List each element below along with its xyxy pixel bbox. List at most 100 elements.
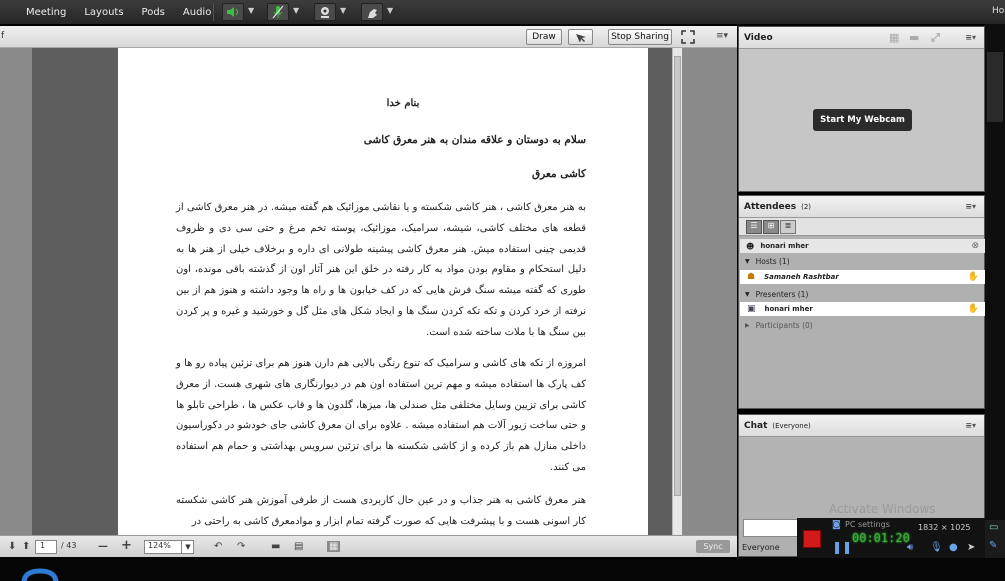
presenters-group-header[interactable]: ▼ Presenters (1) xyxy=(740,287,985,301)
sync-button[interactable]: Sync xyxy=(696,540,730,553)
host-row[interactable]: ☗ Samaneh Rashtbar ✋ xyxy=(740,270,985,284)
list-view-icon[interactable]: ☰ xyxy=(746,220,762,234)
cursor-icon[interactable]: ➤ xyxy=(967,542,975,553)
presenters-label: Presenters (1) xyxy=(755,289,809,299)
document-viewer: بنام خدا سلام به دوستان و علاقه مندان به… xyxy=(0,48,737,535)
start-webcam-button[interactable]: Start My Webcam xyxy=(813,109,912,131)
status-view-icon[interactable]: ≣ xyxy=(780,220,796,234)
menu-audio[interactable]: Audio xyxy=(183,7,211,18)
monitor-icon[interactable]: ▭ xyxy=(989,522,998,533)
draw-button[interactable]: Draw xyxy=(526,29,562,45)
attendees-pod: Attendees (2) ≡▾ ☰ ⊞ ≣ ☻ honari mher ⊗ ▼… xyxy=(738,195,985,409)
video-area: Start My Webcam xyxy=(739,49,984,191)
collapse-icon[interactable]: ▼ xyxy=(745,291,750,298)
scrollbar-thumb[interactable] xyxy=(674,56,681,496)
help-menu-clipped[interactable]: Ho xyxy=(992,6,1004,16)
current-user-name: honari mher xyxy=(760,242,809,250)
fullscreen-icon[interactable] xyxy=(681,29,695,48)
attendees-count: (2) xyxy=(801,202,812,211)
menu-pods[interactable]: Pods xyxy=(142,7,165,18)
microphone-button[interactable] xyxy=(267,3,289,21)
pod-options-icon[interactable]: ≡▾ xyxy=(965,421,976,430)
pointer-icon xyxy=(575,34,586,42)
doc-paragraph: به هنر معرق کاشی ، هنر کاشی شکسته و یا ن… xyxy=(176,202,586,338)
speaker-icon xyxy=(227,7,238,17)
fullscreen-icon[interactable]: ⤢ xyxy=(931,31,940,45)
page-total: / 43 xyxy=(61,541,77,550)
chevron-down-icon[interactable]: ▼ xyxy=(181,540,194,554)
chat-title: Chat xyxy=(744,420,768,431)
taskbar-app-icon[interactable] xyxy=(20,567,64,581)
presenter-status-icon: ✋ xyxy=(967,304,979,314)
fit-page-icon[interactable]: ▬ xyxy=(271,541,280,552)
volume-icon[interactable]: 🔊︎ xyxy=(907,542,913,553)
hosts-group-header[interactable]: ▼ Hosts (1) xyxy=(740,254,985,268)
webcam-icon xyxy=(321,7,329,18)
doc-paragraph: امروزه از تکه های کاشی و سرامیک که تنوع … xyxy=(176,358,586,473)
pod-options-icon[interactable]: ≡▾ xyxy=(965,202,976,211)
chevron-down-icon[interactable]: ▼ xyxy=(387,6,393,15)
webcam-toggle-icon[interactable]: ● xyxy=(949,542,958,553)
clear-status-icon[interactable]: ⊗ xyxy=(971,241,979,251)
thumbnails-icon[interactable]: ▦ xyxy=(327,541,341,552)
chat-pod-header: Chat (Everyone) ≡▾ xyxy=(739,415,984,437)
recording-timer: 00:01:20 xyxy=(852,531,910,545)
breakout-view-icon[interactable]: ⊞ xyxy=(763,220,779,234)
filmstrip-view-icon[interactable]: ▬ xyxy=(909,31,919,44)
host-status-icon: ✋ xyxy=(967,272,979,282)
participants-group-header[interactable]: ▶ Participants (0) xyxy=(740,318,985,332)
fit-width-icon[interactable]: ▤ xyxy=(294,541,303,552)
document-page: بنام خدا سلام به دوستان و علاقه مندان به… xyxy=(118,48,648,535)
chat-recipient[interactable]: Everyone xyxy=(742,543,780,552)
camera-button[interactable] xyxy=(314,3,336,21)
menu-meeting[interactable]: Meeting xyxy=(26,7,66,18)
host-name: Samaneh Rashtbar xyxy=(764,273,839,281)
attendees-pod-header: Attendees (2) ≡▾ xyxy=(739,196,984,218)
speaker-button[interactable] xyxy=(222,3,244,21)
expand-icon[interactable]: ▶ xyxy=(745,322,750,329)
pause-icon[interactable]: ❚❚ xyxy=(832,540,852,554)
host-role-icon: ☗ xyxy=(747,272,756,282)
document-scrollbar[interactable] xyxy=(672,48,682,535)
participants-label: Participants (0) xyxy=(755,320,813,330)
toolbar-divider xyxy=(213,3,214,21)
presenter-row[interactable]: ▣ honari mher ✋ xyxy=(740,302,985,316)
doc-heading: کاشی معرق xyxy=(531,168,586,180)
pod-options-icon[interactable]: ≡▾ xyxy=(716,31,728,41)
stop-sharing-button[interactable]: Stop Sharing xyxy=(608,29,672,45)
recorder-panel: ◙ PC settings 1832 × 1025 ❚❚ 00:01:20 🔊︎… xyxy=(797,518,985,558)
menu-layouts[interactable]: Layouts xyxy=(84,7,123,18)
camera-icon[interactable]: ◙ xyxy=(832,520,841,530)
activate-windows-watermark: Activate Windows xyxy=(829,502,936,516)
share-pod-title-clipped: f xyxy=(1,31,5,41)
chat-scope: (Everyone) xyxy=(772,421,811,430)
arrow-up-icon[interactable]: ⬆ xyxy=(22,541,30,552)
video-pod: Video ▦ ▬ ⤢ ≡▾ Start My Webcam xyxy=(738,26,985,192)
raise-hand-button[interactable] xyxy=(361,3,383,21)
arrow-down-icon[interactable]: ⬇ xyxy=(8,541,16,552)
microphone-icon[interactable]: 🎙︎ xyxy=(930,542,943,553)
doc-line-greeting: سلام به دوستان و علاقه مندان به هنر معرق… xyxy=(363,134,586,146)
zoom-out-icon[interactable]: — xyxy=(98,541,108,552)
hosts-label: Hosts (1) xyxy=(755,256,790,266)
recorder-side-tools: ▭ ✎ xyxy=(985,520,1005,558)
pen-icon[interactable]: ✎ xyxy=(989,540,997,551)
record-stop-button[interactable] xyxy=(803,530,821,548)
pod-options-icon[interactable]: ≡▾ xyxy=(965,33,976,42)
chevron-down-icon[interactable]: ▼ xyxy=(248,6,254,15)
document-margin xyxy=(682,48,737,535)
top-menu-bar: Meeting Layouts Pods Audio Ho xyxy=(0,0,1005,24)
grid-view-icon[interactable]: ▦ xyxy=(889,31,899,44)
chat-messages xyxy=(739,437,984,531)
rotate-left-icon[interactable]: ↶ xyxy=(214,541,222,552)
chevron-down-icon[interactable]: ▼ xyxy=(340,6,346,15)
rotate-right-icon[interactable]: ↷ xyxy=(237,541,245,552)
video-pod-title: Video xyxy=(744,32,773,43)
collapse-icon[interactable]: ▼ xyxy=(745,258,750,265)
chevron-down-icon[interactable]: ▼ xyxy=(293,6,299,15)
pointer-button[interactable] xyxy=(568,29,593,45)
user-icon: ☻ xyxy=(746,241,755,251)
zoom-in-icon[interactable]: + xyxy=(121,538,132,553)
current-user-row[interactable]: ☻ honari mher ⊗ xyxy=(740,239,985,253)
page-number-input[interactable]: 1 xyxy=(35,540,57,554)
